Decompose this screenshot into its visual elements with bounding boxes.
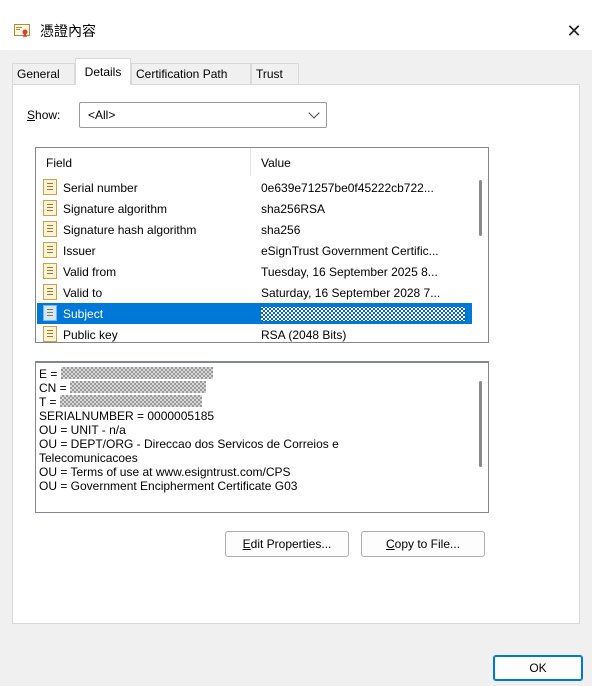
field-icon <box>43 179 57 195</box>
close-button[interactable]: ✕ <box>556 16 592 46</box>
list-item-selected[interactable]: Subject <box>37 303 472 324</box>
tab-strip: General Details Certification Path Trust <box>12 58 582 85</box>
certificate-icon <box>14 24 30 38</box>
field-icon <box>43 242 57 258</box>
title-bar: 憑證內容 ✕ <box>0 0 592 50</box>
detail-line: OU = DEPT/ORG - Direccao dos Servicos de… <box>39 437 339 451</box>
tab-details[interactable]: Details <box>75 58 131 85</box>
list-item[interactable]: Valid from Tuesday, 16 September 2025 8.… <box>37 261 472 282</box>
show-label: Show: <box>27 108 61 122</box>
detail-line: OU = Government Encipherment Certificate… <box>39 479 298 493</box>
ok-button[interactable]: OK <box>493 655 583 681</box>
scrollbar-thumb[interactable] <box>479 180 482 236</box>
copy-to-file-button[interactable]: Copy to File... <box>361 531 485 557</box>
list-header: Field Value <box>36 148 472 176</box>
column-header-field[interactable]: Field <box>46 156 72 170</box>
detail-line: SERIALNUMBER = 0000005185 <box>39 409 215 423</box>
show-dropdown[interactable]: <All> <box>79 102 327 128</box>
list-item[interactable]: Signature hash algorithm sha256 <box>37 219 472 240</box>
detail-line: OU = Terms of use at www.esigntrust.com/… <box>39 465 291 479</box>
field-icon <box>43 326 57 342</box>
show-dropdown-value: <All> <box>88 108 116 122</box>
detail-line: E = <box>39 367 213 381</box>
tab-trust[interactable]: Trust <box>251 63 299 84</box>
redacted-value <box>261 307 465 321</box>
column-divider[interactable] <box>250 148 251 176</box>
field-list-scrollbar[interactable] <box>472 148 488 342</box>
field-icon <box>43 263 57 279</box>
field-icon <box>43 284 57 300</box>
window-title: 憑證內容 <box>40 24 96 40</box>
chevron-down-icon <box>308 107 320 119</box>
field-icon <box>43 221 57 237</box>
redacted-value <box>60 367 213 379</box>
list-item[interactable]: Valid to Saturday, 16 September 2028 7..… <box>37 282 472 303</box>
scrollbar-thumb[interactable] <box>479 381 482 467</box>
detail-scrollbar[interactable] <box>472 363 488 512</box>
tab-certification-path[interactable]: Certification Path <box>131 63 251 84</box>
column-header-value[interactable]: Value <box>261 156 291 170</box>
field-detail-textbox[interactable]: E = CN = T = SERIALNUMBER = 0000005185 O… <box>35 361 489 513</box>
redacted-value <box>59 395 202 407</box>
certificate-dialog: 憑證內容 ✕ General Details Certification Pat… <box>0 0 592 686</box>
details-panel: Show: <All> Field Value Serial number 0e… <box>12 84 580 624</box>
field-list[interactable]: Field Value Serial number 0e639e71257be0… <box>35 147 489 343</box>
redacted-value <box>70 381 207 393</box>
list-item[interactable]: Public key RSA (2048 Bits) <box>37 324 472 342</box>
field-icon <box>43 200 57 216</box>
list-item[interactable]: Serial number 0e639e71257be0f45222cb722.… <box>37 177 472 198</box>
list-item[interactable]: Signature algorithm sha256RSA <box>37 198 472 219</box>
list-item[interactable]: Issuer eSignTrust Government Certific... <box>37 240 472 261</box>
close-icon: ✕ <box>566 21 582 41</box>
detail-line: Telecomunicacoes <box>39 451 138 465</box>
detail-line: CN = <box>39 381 207 395</box>
tab-general[interactable]: General <box>12 63 75 84</box>
detail-line: T = <box>39 395 202 409</box>
edit-properties-button[interactable]: Edit Properties... <box>225 531 349 557</box>
detail-line: OU = UNIT - n/a <box>39 423 126 437</box>
field-icon <box>43 305 57 321</box>
